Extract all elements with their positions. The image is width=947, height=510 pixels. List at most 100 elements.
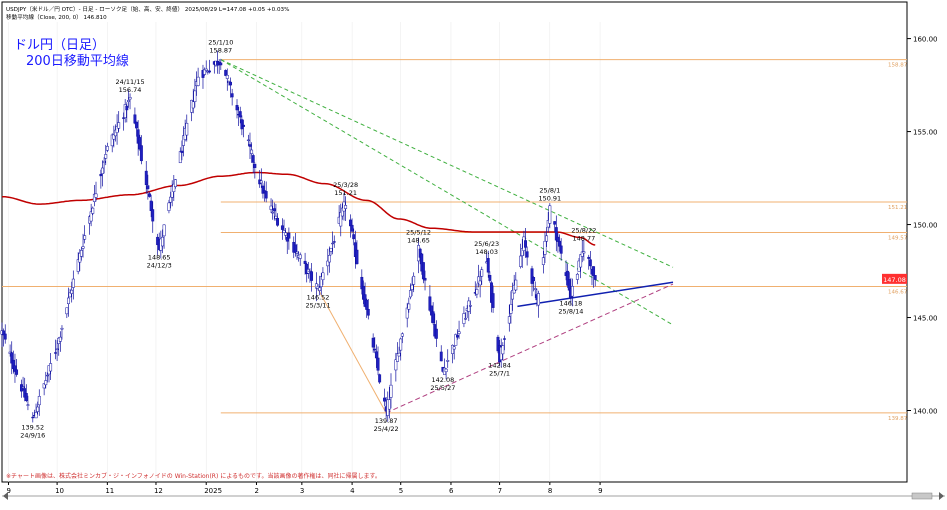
candle-body: [196, 76, 200, 86]
annotation-line2: 25/3/11: [306, 301, 331, 309]
candle-body: [102, 160, 106, 164]
candle-body: [146, 185, 150, 190]
annotation-line1: 142.08: [431, 376, 454, 384]
candle-body: [151, 209, 155, 222]
scroll-thumb[interactable]: [911, 492, 933, 500]
header-line1: USDJPY（米ドル／円 OTC）- 日足 - ローソク足（始、高、安、終値） …: [6, 5, 289, 13]
horizontal-line-label: 146.67: [888, 289, 908, 295]
candle-body: [365, 299, 369, 310]
candle-body: [537, 293, 540, 306]
candle-body: [55, 348, 59, 350]
y-tick-label: 145.00: [913, 315, 938, 323]
x-tick-label: 3: [300, 487, 304, 495]
annotation-line2: 25/5/27: [430, 384, 455, 392]
price-chart[interactable]: 158.87151.21149.57146.67139.87 139.5224/…: [0, 0, 947, 506]
annotation-line1: 25/8/1: [539, 187, 560, 195]
candle-body: [180, 150, 184, 153]
candle-body: [587, 256, 591, 259]
candle-body: [235, 105, 239, 111]
candle-body: [185, 122, 189, 136]
candle-body: [81, 246, 85, 249]
candle-body: [464, 318, 467, 320]
candle-body: [37, 396, 41, 406]
candle-body: [67, 297, 70, 304]
candle-body: [457, 331, 461, 334]
candle-body: [355, 249, 359, 265]
annotation-line2: 24/12/3: [147, 262, 172, 270]
candle-body: [242, 124, 245, 127]
candle-body: [444, 368, 448, 373]
candle-body: [421, 262, 425, 280]
candle-body: [208, 70, 211, 73]
candle-body: [251, 155, 255, 163]
candle-body: [329, 247, 333, 252]
candle-body: [126, 100, 130, 102]
horizontal-line-label: 149.57: [888, 236, 908, 242]
horizontal-line-label: 151.21: [888, 205, 907, 211]
annotation-line2: 158.87: [209, 47, 232, 55]
candle-body: [501, 345, 505, 355]
candle-body: [373, 348, 377, 351]
y-tick-label: 150.00: [913, 222, 938, 230]
candle-body: [287, 232, 291, 239]
candle-body: [58, 336, 62, 342]
candle-body: [397, 352, 401, 357]
candle-body: [60, 327, 64, 330]
annotation-line1: 25/6/23: [474, 240, 499, 248]
x-tick-label: 2: [254, 487, 258, 495]
candle-body: [452, 346, 456, 350]
candle-body: [327, 255, 331, 263]
candle-body: [407, 303, 411, 310]
candle-body: [344, 205, 348, 209]
candle-body: [558, 240, 562, 247]
y-tick-label: 160.00: [913, 36, 938, 44]
candle-body: [70, 289, 74, 294]
candle-body: [507, 316, 511, 324]
candle-body: [161, 236, 164, 247]
candle-body: [104, 154, 108, 159]
x-tick-label: 12: [154, 487, 163, 495]
candle-body: [280, 225, 284, 230]
candle-body: [65, 307, 69, 315]
candle-body: [553, 221, 557, 225]
candle-body: [49, 363, 53, 372]
annotation-line1: 146.18: [560, 300, 583, 308]
candle-body: [310, 271, 314, 281]
x-tick-label: 2025: [204, 487, 222, 495]
candle-body: [303, 260, 307, 264]
candle-body: [486, 258, 490, 273]
candle-body: [524, 240, 527, 248]
candle-body: [502, 338, 506, 340]
annotation-line2: 25/7/1: [489, 370, 510, 378]
candle-body: [318, 287, 322, 291]
candle-body: [488, 274, 492, 281]
annotation-line1: 25/1/10: [208, 39, 233, 47]
candle-body: [400, 333, 404, 337]
candle-body: [439, 351, 443, 362]
annotation-line2: 24/9/16: [20, 431, 45, 439]
candle-body: [332, 241, 336, 243]
x-tick-label: 10: [55, 487, 64, 495]
candle-body: [532, 277, 536, 282]
candle-body: [128, 97, 132, 100]
chart-title: ドル円（日足）: [14, 38, 105, 53]
annotation-line2: 151.21: [334, 189, 357, 197]
candle-body: [15, 369, 19, 375]
candle-body: [352, 234, 356, 240]
annotation-line1: 146.52: [307, 293, 330, 301]
candle-body: [253, 163, 257, 168]
candle-body: [371, 337, 375, 348]
candle-body: [135, 121, 138, 129]
candle-body: [204, 68, 208, 71]
x-tick-label: 7: [498, 487, 502, 495]
candle-body: [94, 193, 98, 198]
candle-body: [350, 224, 354, 232]
candle-body: [144, 170, 148, 186]
annotation-line1: 25/8/22: [571, 226, 596, 234]
candle-body: [525, 251, 529, 258]
candle-body: [162, 224, 166, 237]
candle-body: [248, 144, 252, 147]
candle-body: [284, 232, 288, 236]
candle-body: [193, 90, 197, 102]
candle-body: [412, 275, 416, 285]
